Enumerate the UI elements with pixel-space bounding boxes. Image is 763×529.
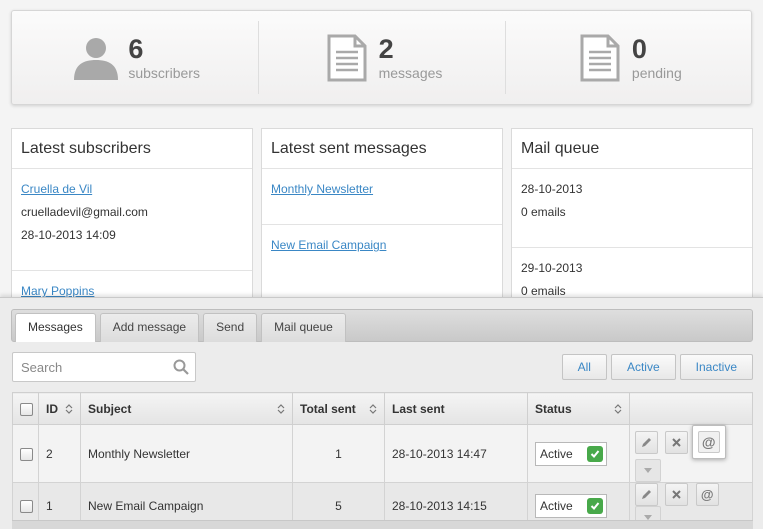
messages-count: 2 — [378, 33, 394, 64]
search-icon[interactable] — [173, 359, 189, 375]
subscriber-email: cruelladevil@gmail.com — [21, 205, 148, 219]
tab-bar: Messages Add message Send Mail queue — [11, 309, 753, 342]
panel-title: Latest subscribers — [12, 129, 252, 169]
subscriber-link[interactable]: Mary Poppins — [21, 284, 94, 298]
sort-icon — [277, 404, 285, 414]
send-email-button[interactable]: @ — [695, 483, 719, 506]
column-id[interactable]: ID — [38, 392, 81, 425]
row-checkbox[interactable] — [20, 500, 33, 514]
sort-icon — [614, 404, 622, 414]
column-subject[interactable]: Subject — [80, 392, 293, 425]
messages-table: ID Subject Total sent Last sent Status 2… — [12, 392, 753, 529]
row-last-sent: 28-10-2013 14:47 — [384, 424, 528, 483]
panel-title: Latest sent messages — [262, 129, 502, 169]
stats-bar: 6 subscribers 2 messages 0 pending — [11, 10, 752, 105]
message-link[interactable]: New Email Campaign — [271, 238, 386, 252]
queue-count: 0 emails — [521, 284, 566, 298]
user-icon — [70, 32, 122, 84]
list-item: New Email Campaign — [262, 225, 502, 257]
message-link[interactable]: Monthly Newsletter — [271, 182, 373, 196]
status-filters: All Active Inactive — [558, 354, 753, 380]
table-row: 2 Monthly Newsletter 1 28-10-2013 14:47 … — [12, 424, 753, 483]
stat-pending: 0 pending — [504, 11, 751, 104]
more-actions-dropdown[interactable] — [635, 459, 661, 482]
status-toggle[interactable]: Active — [535, 441, 607, 466]
search-box — [12, 352, 196, 382]
messages-manager: Messages Add message Send Mail queue All… — [0, 297, 763, 529]
messages-label: messages — [378, 64, 443, 81]
tab-messages[interactable]: Messages — [15, 313, 96, 342]
check-icon — [587, 445, 603, 462]
column-status[interactable]: Status — [527, 392, 630, 425]
sort-icon — [65, 404, 73, 414]
subscribers-label: subscribers — [128, 64, 200, 81]
queue-count: 0 emails — [521, 205, 566, 219]
stat-messages: 2 messages — [258, 11, 504, 104]
list-item: Monthly Newsletter — [262, 169, 502, 225]
status-toggle[interactable]: Active — [535, 494, 607, 518]
select-all-header — [12, 392, 39, 425]
queue-date: 28-10-2013 — [521, 182, 583, 196]
queue-date: 29-10-2013 — [521, 261, 583, 275]
delete-button[interactable] — [665, 430, 689, 454]
row-id: 2 — [38, 424, 81, 483]
tab-mail-queue[interactable]: Mail queue — [261, 313, 346, 342]
stat-subscribers: 6 subscribers — [12, 11, 258, 104]
row-total-sent: 1 — [292, 424, 385, 483]
panel-title: Mail queue — [512, 129, 752, 169]
filter-all-button[interactable]: All — [561, 354, 607, 380]
sort-icon — [369, 404, 377, 414]
tab-send[interactable]: Send — [203, 313, 258, 342]
column-last-sent[interactable]: Last sent — [384, 392, 528, 425]
filter-inactive-button[interactable]: Inactive — [679, 354, 753, 380]
status-label: Active — [540, 446, 573, 461]
tab-add-message[interactable]: Add message — [99, 313, 200, 342]
pencil-icon — [642, 437, 651, 447]
at-sign-icon: @ — [700, 487, 714, 502]
status-label: Active — [540, 499, 573, 513]
row-checkbox[interactable] — [20, 447, 33, 461]
column-actions — [629, 392, 753, 425]
select-all-checkbox[interactable] — [20, 402, 33, 416]
pending-label: pending — [631, 64, 682, 81]
edit-button[interactable] — [635, 430, 658, 454]
chevron-down-icon — [644, 468, 652, 473]
subscriber-date: 28-10-2013 14:09 — [21, 228, 116, 242]
close-icon — [672, 437, 682, 447]
list-item: 29-10-2013 0 emails — [512, 248, 752, 304]
delete-button[interactable] — [665, 483, 689, 506]
table-footer — [12, 520, 753, 529]
document-icon — [574, 32, 626, 84]
send-email-button[interactable]: @ — [691, 425, 726, 459]
list-item: Cruella de Vil cruelladevil@gmail.com 28… — [12, 169, 252, 271]
pencil-icon — [642, 490, 651, 499]
close-icon — [672, 490, 682, 499]
subscriber-link[interactable]: Cruella de Vil — [21, 182, 92, 196]
edit-button[interactable] — [635, 483, 658, 506]
search-input[interactable] — [13, 359, 163, 375]
document-icon — [321, 32, 373, 84]
filter-active-button[interactable]: Active — [610, 354, 676, 380]
pending-count: 0 — [631, 33, 647, 64]
subscribers-count: 6 — [128, 33, 144, 64]
list-item: 28-10-2013 0 emails — [512, 169, 752, 248]
row-subject: Monthly Newsletter — [80, 424, 293, 483]
column-total-sent[interactable]: Total sent — [292, 392, 385, 425]
check-icon — [587, 498, 603, 514]
at-sign-icon: @ — [697, 431, 720, 453]
